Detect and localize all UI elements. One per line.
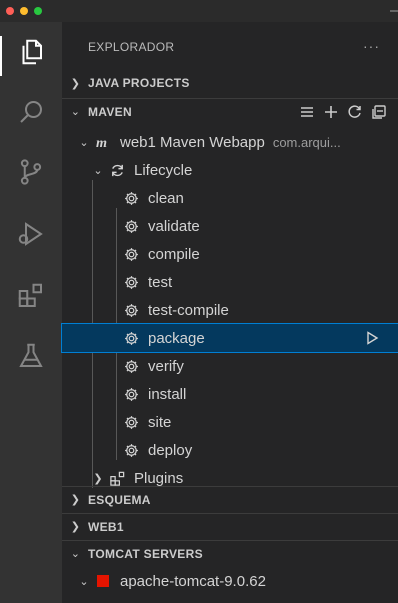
gear-icon: [120, 273, 142, 291]
goal-label: test-compile: [148, 301, 229, 319]
section-esquema[interactable]: ❯ ESQUEMA: [62, 486, 398, 512]
active-indicator: [0, 36, 2, 76]
goal-label: site: [148, 413, 172, 431]
goal-label: validate: [148, 217, 200, 235]
server-name: apache-tomcat-9.0.62: [120, 572, 266, 590]
list-icon[interactable]: [298, 103, 316, 121]
gear-icon: [120, 329, 142, 347]
goal-row-validate[interactable]: validate: [62, 212, 398, 240]
section-web1[interactable]: ❯ WEB1: [62, 513, 398, 539]
goal-label: package: [148, 329, 205, 347]
lifecycle-label: Lifecycle: [134, 161, 193, 179]
extensions-icon: [18, 283, 42, 307]
goal-label: clean: [148, 189, 184, 207]
activity-source-control[interactable]: [0, 148, 62, 196]
chevron-down-icon: ⌄: [70, 548, 80, 560]
gear-icon: [120, 245, 142, 263]
section-maven[interactable]: ⌄ MAVEN: [62, 98, 398, 124]
explorer-icon: [22, 39, 42, 65]
section-java-projects[interactable]: ❯ JAVA PROJECTS: [62, 70, 398, 96]
chevron-right-icon: ❯: [70, 521, 80, 533]
title-bar: [0, 0, 398, 22]
project-description: com.arqui...: [272, 134, 341, 150]
chevron-down-icon: ⌄: [79, 575, 89, 588]
server-status-icon: [92, 572, 114, 590]
maximize-window-button[interactable]: [34, 7, 42, 15]
goal-row-test-compile[interactable]: test-compile: [62, 296, 398, 324]
goal-row-site[interactable]: site: [62, 408, 398, 436]
source-control-icon: [20, 159, 42, 185]
goal-row-package[interactable]: package: [61, 323, 398, 353]
section-label: MAVEN: [88, 104, 132, 119]
section-label: TOMCAT SERVERS: [88, 546, 203, 561]
tomcat-server-row[interactable]: ⌄ apache-tomcat-9.0.62: [62, 567, 398, 595]
gear-icon: [120, 385, 142, 403]
gear-icon: [120, 189, 142, 207]
plugins-label: Plugins: [134, 469, 184, 487]
goal-label: test: [148, 273, 173, 291]
run-debug-icon: [18, 222, 43, 246]
run-goal-icon[interactable]: [364, 330, 380, 346]
maven-project-row[interactable]: ⌄ m web1 Maven Webapp com.arqui...: [62, 128, 398, 156]
chevron-right-icon: ❯: [93, 472, 103, 485]
section-label: ESQUEMA: [88, 492, 151, 507]
project-name: web1 Maven Webapp: [120, 133, 265, 151]
lifecycle-icon: [106, 161, 128, 179]
vscode-window: EXPLORADOR ··· ❯ JAVA PROJECTS ⌄ MAVEN ⌄…: [0, 0, 398, 603]
plugins-icon: [106, 469, 128, 487]
goal-label: install: [148, 385, 187, 403]
activity-explorer[interactable]: [0, 28, 62, 76]
svg-text:m: m: [95, 135, 106, 151]
sidebar: EXPLORADOR ··· ❯ JAVA PROJECTS ⌄ MAVEN ⌄…: [61, 22, 398, 603]
gear-icon: [120, 217, 142, 235]
refresh-icon[interactable]: [346, 103, 364, 121]
goal-label: compile: [148, 245, 200, 263]
activity-bar: [0, 22, 62, 603]
chevron-right-icon: ❯: [70, 494, 80, 506]
explorer-title: EXPLORADOR: [88, 40, 175, 54]
goal-row-install[interactable]: install: [62, 380, 398, 408]
section-tomcat-servers[interactable]: ⌄ TOMCAT SERVERS: [62, 540, 398, 566]
goal-row-clean[interactable]: clean: [62, 184, 398, 212]
chevron-right-icon: ❯: [70, 77, 80, 90]
goal-row-test[interactable]: test: [62, 268, 398, 296]
gear-icon: [120, 357, 142, 375]
activity-run-debug[interactable]: [0, 210, 62, 258]
activity-search[interactable]: [0, 88, 62, 136]
search-icon: [20, 101, 42, 123]
activity-testing[interactable]: [0, 332, 62, 380]
activity-extensions[interactable]: [0, 272, 62, 320]
close-window-button[interactable]: [6, 7, 14, 15]
chevron-down-icon: ⌄: [70, 106, 80, 118]
chevron-down-icon: ⌄: [79, 136, 89, 149]
section-label: WEB1: [88, 519, 124, 534]
chevron-down-icon: ⌄: [93, 164, 103, 177]
add-icon[interactable]: [322, 103, 340, 121]
gear-icon: [120, 301, 142, 319]
lifecycle-row[interactable]: ⌄ Lifecycle: [62, 156, 398, 184]
gear-icon: [120, 413, 142, 431]
more-actions-icon[interactable]: ···: [363, 38, 380, 54]
goal-row-compile[interactable]: compile: [62, 240, 398, 268]
goal-label: verify: [148, 357, 184, 375]
maven-icon: m: [92, 133, 114, 151]
minimize-window-button[interactable]: [20, 7, 28, 15]
goal-label: deploy: [148, 441, 193, 459]
section-label: JAVA PROJECTS: [88, 76, 190, 90]
maven-actions: [298, 103, 388, 121]
goal-row-deploy[interactable]: deploy: [62, 436, 398, 464]
gear-icon: [120, 441, 142, 459]
testing-icon: [19, 343, 43, 367]
server-stopped-square: [97, 575, 109, 587]
titlebar-edge: [390, 10, 398, 12]
goal-row-verify[interactable]: verify: [62, 352, 398, 380]
collapse-all-icon[interactable]: [370, 103, 388, 121]
